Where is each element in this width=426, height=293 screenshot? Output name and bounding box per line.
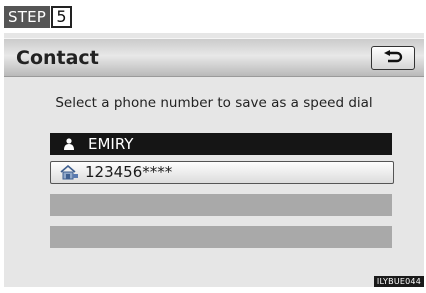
return-arrow-icon (384, 50, 403, 63)
title-bar: Contact (4, 38, 424, 77)
step-label: STEP (4, 6, 51, 28)
step-number: 5 (51, 6, 73, 28)
page-title: Contact (16, 47, 99, 69)
back-button[interactable] (371, 46, 415, 70)
home-phone-icon (60, 165, 78, 180)
contact-screen: Contact Select a phone number to save as… (4, 33, 424, 287)
person-icon (64, 138, 74, 150)
instruction-text: Select a phone number to save as a speed… (55, 95, 373, 111)
empty-slot (50, 194, 392, 216)
contact-name-row: EMIRY (50, 133, 392, 155)
phone-number-label: 123456**** (85, 163, 173, 181)
step-badge: STEP 5 (4, 6, 73, 28)
illustration-code: ILYBUE044 (373, 276, 424, 287)
contact-name: EMIRY (88, 135, 134, 153)
empty-slot (50, 226, 392, 248)
phone-number-button[interactable]: 123456**** (50, 161, 394, 184)
